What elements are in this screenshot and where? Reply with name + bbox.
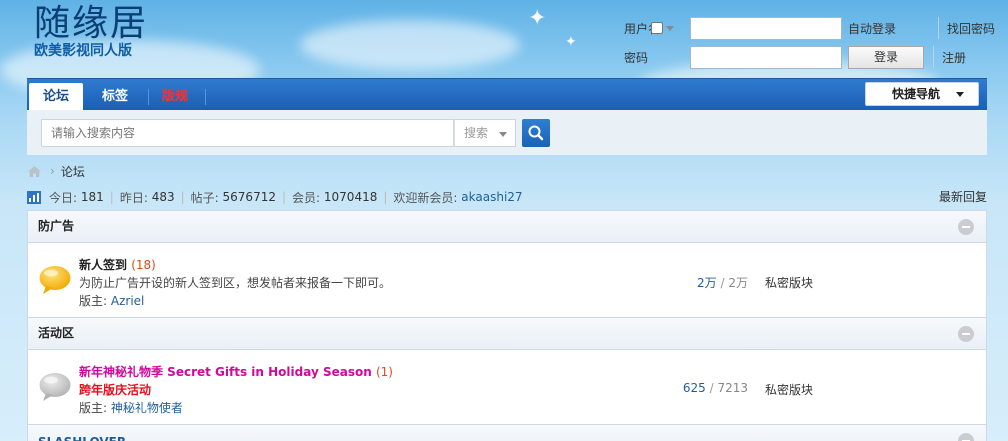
forum-stats: 今日: 181 | 昨日: 483 | 帖子: 5676712 | 会员: 10… xyxy=(27,188,523,206)
yesterday-value: 483 xyxy=(151,190,175,204)
divider: | xyxy=(383,190,388,204)
collapse-icon[interactable] xyxy=(958,326,974,342)
login-form: 用户名 自动登录 找回密码 密码 登录 注册 xyxy=(624,16,1008,74)
quick-nav-button[interactable]: 快捷导航 xyxy=(865,82,979,106)
members-label: 会员: xyxy=(292,190,321,205)
collapse-icon[interactable] xyxy=(958,219,974,235)
forum-new-count: (1) xyxy=(375,365,393,379)
moderator-link[interactable]: Azriel xyxy=(111,294,145,308)
forum-moderator: 版主: 神秘礼物使者 xyxy=(79,401,183,415)
tab-tags[interactable]: 标签 xyxy=(88,83,142,111)
chat-bubble-icon[interactable] xyxy=(38,372,72,402)
forum-row: 新人签到 (18) 为防止广告开设的新人签到区，想发帖者来报备一下即可。 版主:… xyxy=(28,243,986,317)
background-cloud xyxy=(300,20,520,70)
today-value: 181 xyxy=(80,190,104,204)
autologin-checkbox[interactable]: 自动登录 xyxy=(651,20,930,37)
forgot-password-link[interactable]: 找回密码 xyxy=(947,20,995,37)
forum-name[interactable]: 新年神秘礼物季 Secret Gifts in Holiday Season (… xyxy=(79,363,393,380)
welcome-label: 欢迎新会员: xyxy=(393,190,458,205)
chevron-down-icon[interactable] xyxy=(666,25,675,31)
today-label: 今日: xyxy=(49,190,78,205)
chevron-right-icon: › xyxy=(50,164,55,178)
forum-moderator: 版主: Azriel xyxy=(79,294,145,308)
posts-label: 帖子: xyxy=(190,190,219,205)
register-link[interactable]: 注册 xyxy=(942,49,966,66)
search-icon xyxy=(528,125,544,141)
login-button[interactable]: 登录 xyxy=(848,45,924,69)
members-value: 1070418 xyxy=(323,190,378,204)
forum-name[interactable]: 新人签到 (18) xyxy=(79,256,156,273)
divider: | xyxy=(180,190,185,204)
forum-counts: 625 / 7213 xyxy=(682,381,748,395)
thread-count: 2万 xyxy=(697,276,717,290)
breadcrumb: › 论坛 xyxy=(27,162,85,180)
site-title: 随缘居 xyxy=(34,3,149,44)
bar-chart-icon xyxy=(27,190,41,204)
moderator-link[interactable]: 神秘礼物使者 xyxy=(111,401,183,415)
star-decoration: ✦ xyxy=(528,6,547,31)
divider: | xyxy=(109,190,114,204)
password-input[interactable] xyxy=(690,45,842,69)
chevron-down-icon xyxy=(956,92,964,97)
autologin-label: 自动登录 xyxy=(848,21,897,36)
breadcrumb-current[interactable]: 论坛 xyxy=(61,163,85,180)
post-count: 7213 xyxy=(717,381,748,395)
collapse-icon[interactable] xyxy=(958,433,974,441)
forum-access: 私密版块 xyxy=(765,276,814,290)
section-title[interactable]: SLASHLOVER xyxy=(38,427,126,441)
star-decoration: ✦ xyxy=(565,34,577,50)
posts-value: 5676712 xyxy=(222,190,276,204)
site-subtitle: 欧美影视同人版 xyxy=(34,43,132,59)
nav-divider xyxy=(205,89,206,105)
divider: | xyxy=(281,190,287,204)
forum-new-count: (18) xyxy=(131,258,156,272)
tab-forum[interactable]: 论坛 xyxy=(29,83,84,111)
username-input[interactable] xyxy=(690,16,842,40)
section-title[interactable]: 防广告 xyxy=(38,211,74,242)
password-label: 密码 xyxy=(624,50,649,65)
section-title[interactable]: 活动区 xyxy=(38,318,74,349)
home-icon[interactable] xyxy=(27,165,42,178)
new-member-link[interactable]: akaashi27 xyxy=(461,190,522,204)
main-nav: 论坛 标签 版规 快捷导航 xyxy=(27,78,987,111)
section-header: 活动区 xyxy=(28,318,986,350)
divider xyxy=(938,17,939,39)
checkbox-icon[interactable] xyxy=(651,22,663,34)
forum-section: SLASHLOVER xyxy=(27,424,987,441)
search-bar: 请输入搜索内容 搜索 xyxy=(27,110,987,155)
forum-section: 防广告 新人签到 (18) 为防止广告开设的新人签到区，想发帖者来报备一下即可。… xyxy=(27,210,987,318)
forum-counts: 2万 / 2万 xyxy=(697,276,748,290)
divider xyxy=(933,46,934,68)
chevron-down-icon xyxy=(499,132,507,137)
latest-replies-link[interactable]: 最新回复 xyxy=(939,188,987,205)
section-header: SLASHLOVER xyxy=(28,425,986,441)
forum-description: 跨年版庆活动 xyxy=(79,383,152,397)
section-header: 防广告 xyxy=(28,211,986,243)
site-logo[interactable]: 随缘居 欧美影视同人版 xyxy=(34,4,184,60)
tab-rules[interactable]: 版规 xyxy=(148,83,202,111)
search-button[interactable] xyxy=(522,119,550,147)
forum-description: 为防止广告开设的新人签到区，想发帖者来报备一下即可。 xyxy=(79,276,392,290)
forum-section: 活动区 新年神秘礼物季 Secret Gifts in Holiday Seas… xyxy=(27,317,987,425)
forum-access: 私密版块 xyxy=(765,383,814,397)
chat-bubble-icon[interactable] xyxy=(38,265,72,295)
thread-count: 625 xyxy=(682,381,706,395)
forum-row: 新年神秘礼物季 Secret Gifts in Holiday Season (… xyxy=(28,350,986,424)
search-input[interactable]: 请输入搜索内容 xyxy=(41,119,454,147)
search-scope-select[interactable]: 搜索 xyxy=(454,119,516,147)
post-count: 2万 xyxy=(728,276,748,290)
yesterday-label: 昨日: xyxy=(119,190,148,205)
